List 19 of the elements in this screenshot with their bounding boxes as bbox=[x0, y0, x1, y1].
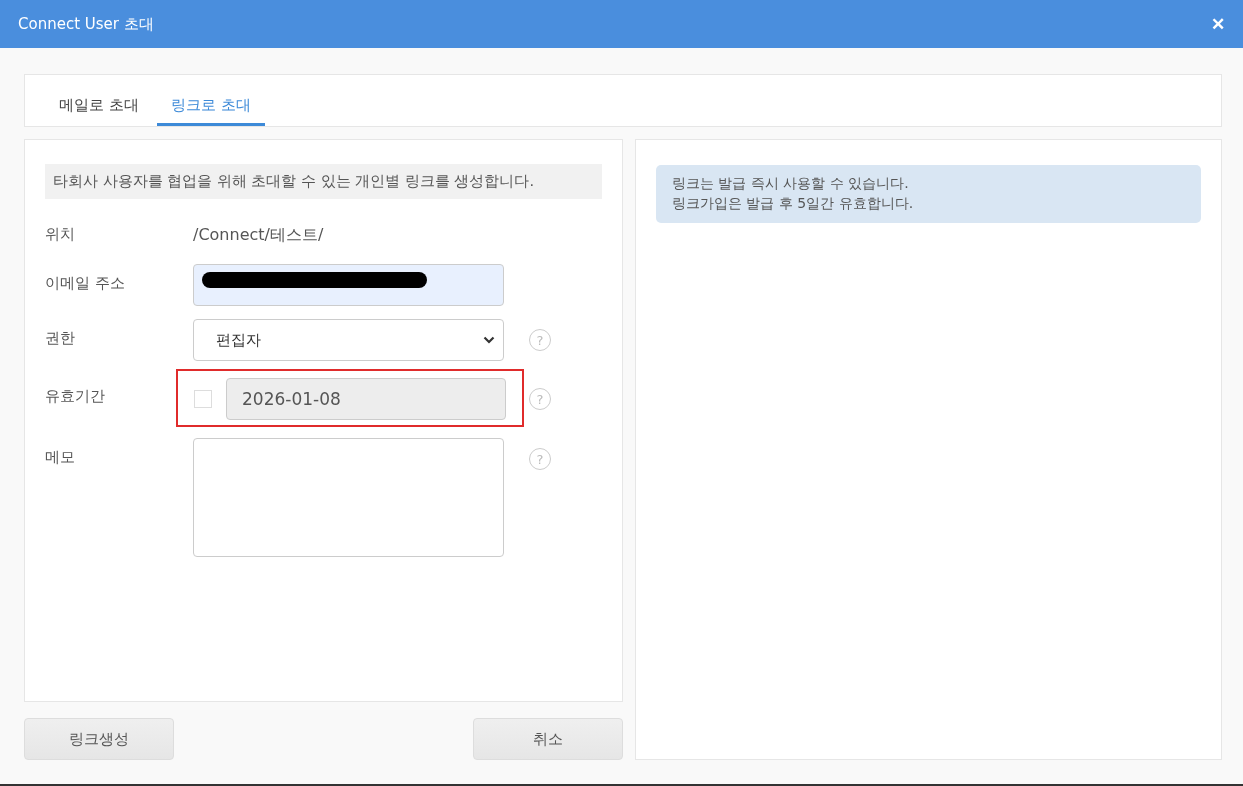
create-link-button[interactable]: 링크생성 bbox=[24, 718, 174, 760]
close-button[interactable]: ✕ bbox=[1207, 13, 1229, 35]
tab[interactable]: 메일로 초대 bbox=[45, 75, 153, 126]
field-label: 유효기간 bbox=[45, 386, 106, 406]
field-label: 이메일 주소 bbox=[45, 273, 126, 293]
role-dropdown[interactable]: 편집자 bbox=[193, 319, 504, 361]
notice-text: 타회사 사용자를 협업을 위해 초대할 수 있는 개인별 링크를 생성합니다. bbox=[45, 164, 602, 199]
field-label: 위치 bbox=[45, 225, 76, 244]
cancel-button[interactable]: 취소 bbox=[473, 718, 623, 760]
memo-field[interactable] bbox=[193, 438, 504, 557]
info-text: 링크가입은 발급 후 5일간 유효합니다. bbox=[672, 195, 915, 213]
location-path: /Connect/테스트/ bbox=[193, 225, 324, 244]
window-title: Connect User 초대 bbox=[18, 14, 154, 34]
field-label: 권한 bbox=[45, 328, 76, 348]
email-field[interactable] bbox=[193, 264, 504, 306]
info-text: 링크는 발급 즉시 사용할 수 있습니다. bbox=[672, 175, 910, 193]
caret-icon bbox=[483, 336, 495, 344]
field-label: 메모 bbox=[45, 447, 76, 467]
tab[interactable]: 링크로 초대 bbox=[156, 75, 265, 126]
